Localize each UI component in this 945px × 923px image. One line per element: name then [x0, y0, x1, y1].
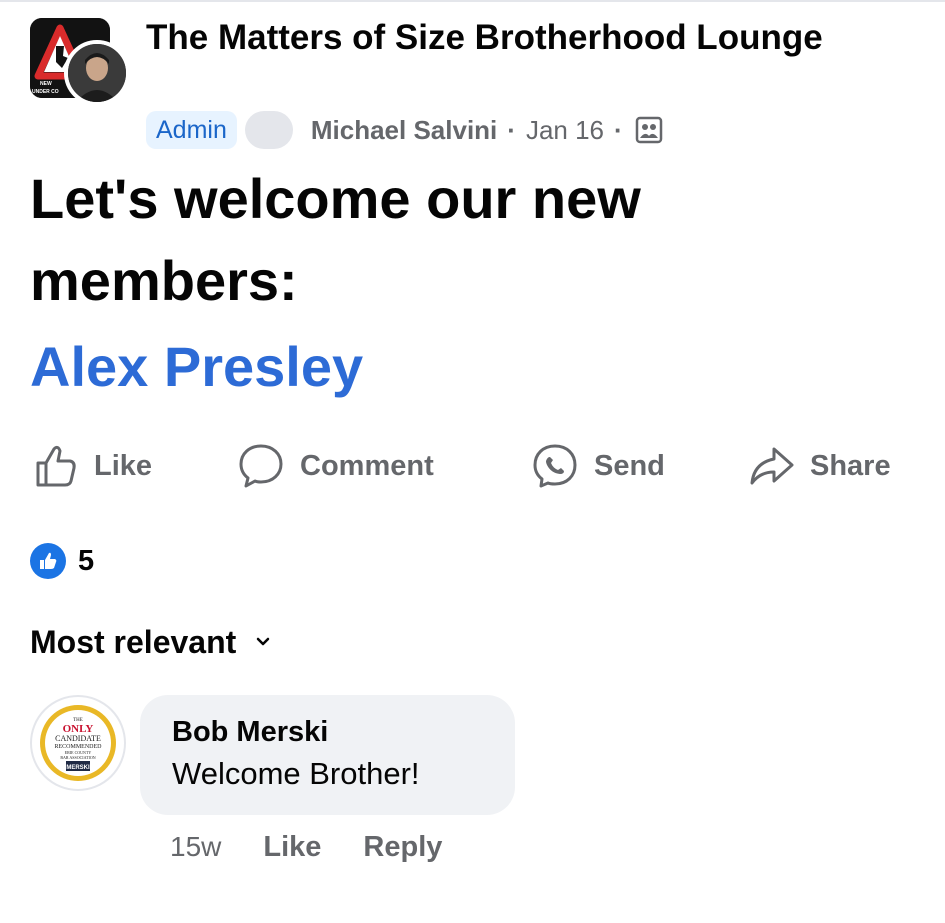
- meta-separator: ·: [614, 114, 623, 145]
- reaction-summary[interactable]: 5: [30, 542, 94, 580]
- comment-text: Welcome Brother!: [172, 756, 420, 791]
- post-date[interactable]: Jan 16: [526, 115, 604, 146]
- meta-separator: ·: [507, 114, 516, 145]
- reaction-count: 5: [78, 544, 95, 577]
- post-meta: Admin Michael Salvini · Jan 16 ·: [146, 111, 663, 149]
- comment-button[interactable]: Comment: [236, 438, 434, 494]
- badge-text: CANDIDATE: [55, 734, 101, 743]
- send-label: Send: [594, 449, 665, 482]
- comment-bubble: Bob Merski Welcome Brother!: [140, 695, 515, 815]
- send-button[interactable]: Send: [530, 438, 665, 494]
- top-divider: [0, 0, 945, 2]
- share-label: Share: [810, 449, 891, 482]
- action-bar: Like Comment Send Share: [30, 438, 920, 494]
- comment-reply-button[interactable]: Reply: [363, 831, 442, 864]
- comment-icon: [239, 444, 283, 488]
- share-button[interactable]: Share: [746, 438, 891, 494]
- author-name[interactable]: Michael Salvini: [311, 115, 497, 146]
- member-link[interactable]: Alex Presley: [30, 326, 363, 408]
- comment-actions: 15w Like Reply: [170, 826, 442, 868]
- admin-badge: Admin: [146, 111, 237, 149]
- like-button[interactable]: Like: [30, 438, 152, 494]
- badge-placeholder: [244, 111, 293, 149]
- comment-author[interactable]: Bob Merski: [172, 715, 483, 749]
- badge-text: MERSKI: [66, 765, 90, 771]
- sort-label: Most relevant: [30, 623, 237, 660]
- badge-text: BAR ASSOCIATION: [60, 755, 95, 760]
- chevron-down-icon: [257, 637, 270, 646]
- author-avatar[interactable]: [64, 40, 130, 106]
- group-members-icon: [635, 116, 662, 144]
- comment-like-button[interactable]: Like: [263, 831, 321, 864]
- commenter-avatar[interactable]: THE ONLY CANDIDATE RECOMMENDED ERIE COUN…: [30, 695, 126, 791]
- comment-label: Comment: [300, 449, 434, 482]
- like-reaction-icon: [30, 543, 66, 579]
- share-icon: [750, 447, 794, 485]
- messenger-icon: [533, 444, 577, 488]
- group-name[interactable]: The Matters of Size Brotherhood Lounge: [146, 14, 846, 62]
- comment-sort-dropdown[interactable]: Most relevant: [30, 620, 270, 664]
- logo-text-2: UNDER CO: [32, 89, 59, 95]
- post-text: Let's welcome our new members:: [30, 167, 641, 312]
- logo-text-1: NEW: [40, 81, 52, 87]
- like-label: Like: [94, 449, 153, 482]
- thumbs-up-icon: [36, 445, 76, 487]
- comment-timestamp[interactable]: 15w: [170, 831, 221, 863]
